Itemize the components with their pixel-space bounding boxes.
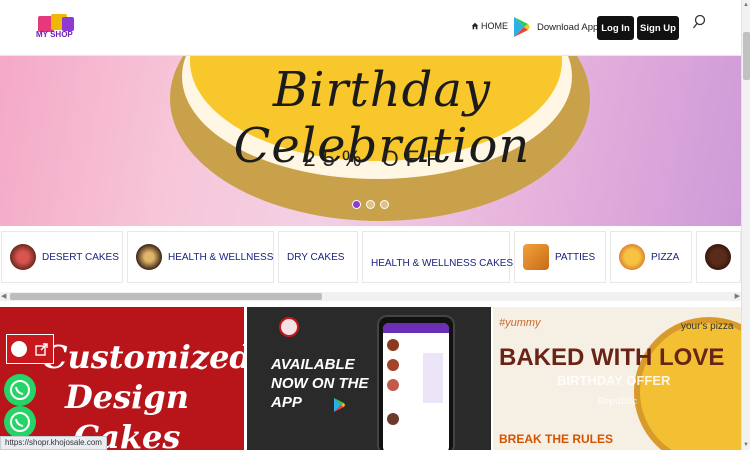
phone-mockup (377, 315, 455, 450)
phone-side-panel (423, 353, 443, 403)
banner-pizza-footer: BREAK THE RULES (499, 432, 614, 446)
health-cake-icon (136, 244, 162, 270)
patty-icon (523, 244, 549, 270)
hero-slider[interactable]: Birthday Celebration 25% OFF (0, 56, 741, 226)
phone-product-thumb (387, 339, 399, 351)
banner-app-text: AVAILABLE NOW ON THE APP (271, 356, 369, 411)
category-label: DESERT CAKES (42, 251, 119, 263)
banner-pizza-overlay: BIRTHDAY OFFER (557, 373, 671, 388)
hero-offer: 25% OFF (303, 146, 447, 171)
shop-logo[interactable]: MY SHOP (36, 10, 76, 40)
logo-text: MY SHOP (36, 30, 73, 39)
download-app-label: Download App (537, 21, 599, 33)
whatsapp-button[interactable] (4, 406, 36, 438)
category-pizza[interactable]: PIZZA (610, 231, 692, 283)
category-partial[interactable] (696, 231, 741, 283)
scroll-down-arrow-icon[interactable]: ▼ (743, 442, 749, 448)
banner-pizza-tag: #yummy (499, 317, 541, 329)
desert-cake-icon (10, 244, 36, 270)
category-patties[interactable]: PATTIES (514, 231, 606, 283)
scroll-right-arrow-icon[interactable]: ▶ (735, 292, 740, 300)
scroll-left-arrow-icon[interactable]: ◀ (1, 292, 6, 300)
home-link[interactable]: HOME (471, 21, 508, 31)
phone-product-thumb (387, 379, 399, 391)
scrollbar-thumb[interactable] (10, 293, 322, 300)
phone-product-thumb (387, 359, 399, 371)
page: MY SHOP HOME Download App Log In Sign Up (0, 0, 750, 450)
shop-badge-icon (11, 341, 27, 357)
phone-product-thumb (387, 413, 399, 425)
slider-dot[interactable] (366, 200, 375, 209)
home-icon (471, 22, 479, 30)
category-label: HEALTH & WELLNESS CAKES (371, 257, 514, 269)
category-health-wellness[interactable]: HEALTH & WELLNESS (127, 231, 274, 283)
login-button[interactable]: Log In (597, 16, 634, 40)
share-icon (35, 343, 48, 356)
slider-dot[interactable] (380, 200, 389, 209)
banner-pizza-brand: your's pizza (681, 321, 734, 332)
scrollbar-thumb[interactable] (743, 32, 750, 80)
category-scrollbar[interactable]: ◀ ▶ (0, 292, 741, 301)
category-label: PIZZA (651, 251, 680, 263)
slider-dot[interactable] (352, 200, 361, 209)
signup-button[interactable]: Sign Up (637, 16, 679, 40)
banner-custom-cakes-text: Customized Design Cakes (42, 338, 244, 450)
share-widget[interactable] (6, 334, 54, 364)
category-dry-cakes[interactable]: DRY CAKES (278, 231, 358, 283)
whatsapp-icon (10, 380, 30, 400)
category-label: PATTIES (555, 251, 596, 263)
whatsapp-icon (10, 412, 30, 432)
banner-pizza-sub: Republic (597, 397, 638, 407)
home-label: HOME (481, 21, 508, 31)
logo-bag (62, 17, 74, 31)
phone-screen (383, 323, 449, 450)
google-play-icon (514, 17, 530, 37)
phone-app-header (383, 323, 449, 333)
category-label: DRY CAKES (287, 251, 345, 263)
whatsapp-button[interactable] (4, 374, 36, 406)
category-health-wellness-cakes[interactable]: HEALTH & WELLNESS CAKES (362, 231, 514, 283)
page-scrollbar[interactable]: ▲ ▼ (741, 0, 750, 450)
category-strip: DESERT CAKES HEALTH & WELLNESS DRY CAKES… (0, 228, 741, 286)
banner-pizza-headline: BAKED WITH LOVE (499, 344, 725, 371)
banner-app[interactable]: AVAILABLE NOW ON THE APP (247, 307, 491, 450)
category-label: HEALTH & WELLNESS (168, 251, 274, 263)
download-app-link[interactable]: Download App (513, 16, 598, 38)
google-play-icon (334, 398, 345, 412)
banner-custom-cakes[interactable]: Customized Design Cakes (0, 307, 244, 450)
category-desert-cakes[interactable]: DESERT CAKES (1, 231, 123, 283)
scroll-up-arrow-icon[interactable]: ▲ (743, 2, 749, 8)
status-bar-url: https://shopr.khojosale.com (0, 436, 107, 450)
pizza-icon (619, 244, 645, 270)
app-badge-icon (279, 317, 299, 337)
site-header: MY SHOP HOME Download App Log In Sign Up (0, 0, 741, 56)
slider-dots (352, 200, 389, 209)
banner-pizza[interactable]: #yummy your's pizza BAKED WITH LOVE BIRT… (493, 307, 741, 450)
search-icon[interactable] (692, 14, 706, 30)
chocolate-cake-icon (705, 244, 731, 270)
